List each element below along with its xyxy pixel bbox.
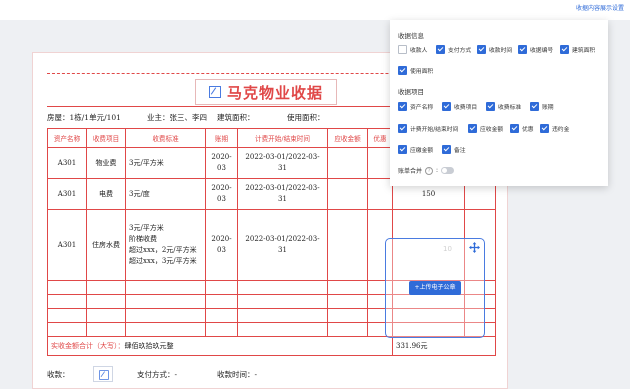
checkbox-box[interactable]: [477, 45, 486, 54]
checkbox-box[interactable]: [510, 124, 519, 133]
use-area-info: 使用面积：: [287, 113, 325, 122]
cell: [327, 209, 368, 281]
owner-info: 业主：张三、李四: [147, 113, 207, 122]
settings-panel: 收据信息 收款人 支付方式 收款时间 收据编号 建筑面积 使用面积 收据项目 资…: [390, 20, 608, 186]
stamp-ghost-text: 10: [443, 245, 452, 253]
sum-cell: 实收金额合计（大写）：肆佰玖拾玖元整: [47, 336, 393, 356]
checkbox-box[interactable]: [540, 124, 549, 133]
checkbox-period[interactable]: 账期: [530, 102, 554, 111]
merge-bills-row: 账单合并 ? :: [398, 166, 455, 175]
cell-period: 2020-03: [205, 147, 238, 179]
checkbox-box[interactable]: [398, 102, 407, 111]
checkbox-remark[interactable]: 备注: [442, 145, 466, 154]
receipt-title-box[interactable]: 马克物业收据: [195, 79, 337, 105]
cell-asset: A301: [47, 178, 87, 210]
col-header: 应收金额: [327, 128, 368, 148]
section-receipt-info: 收据信息: [398, 32, 424, 40]
cell-item: 住房水费: [86, 209, 126, 281]
checkbox-billing-time[interactable]: 计费开始/结束时间: [398, 124, 458, 133]
sum-words: 肆佰玖拾玖元整: [124, 341, 174, 350]
checkbox-box[interactable]: [442, 145, 451, 154]
edit-icon[interactable]: [99, 370, 109, 380]
cell-standard: 3元/平方米 阶梯收费 超过xxx，2元/平方米 超过xxx，3元/平方米: [125, 209, 206, 281]
checkbox-building-area[interactable]: 建筑面积: [560, 45, 595, 54]
checkbox-box[interactable]: [530, 102, 539, 111]
cell: [327, 178, 368, 210]
receipt-title: 马克物业收据: [226, 83, 323, 102]
checkbox-charge-standard[interactable]: 收费标准: [486, 102, 521, 111]
cell-item: 物业费: [86, 147, 126, 179]
checkbox-box[interactable]: [486, 102, 495, 111]
col-header: 收费标准: [125, 128, 206, 148]
checkbox-box[interactable]: [398, 45, 407, 54]
cell: [367, 147, 393, 179]
checkbox-payable[interactable]: 应缴金额: [398, 145, 433, 154]
cell-asset: A301: [47, 147, 87, 179]
merge-bills-label: 账单合并: [398, 168, 423, 175]
checkbox-box[interactable]: [398, 66, 407, 75]
checkbox-payee[interactable]: 收款人: [398, 45, 427, 54]
colon: :: [436, 167, 439, 174]
checkbox-penalty[interactable]: 违约金: [540, 124, 569, 133]
help-icon[interactable]: ?: [425, 166, 434, 175]
section-receipt-items: 收据项目: [398, 88, 424, 96]
checkbox-discount[interactable]: 优惠: [510, 124, 534, 133]
top-bar: [0, 0, 630, 20]
checkbox-charge-item[interactable]: 收费项目: [442, 102, 477, 111]
checkbox-box[interactable]: [560, 45, 569, 54]
checkbox-receipt-no[interactable]: 收据编号: [518, 45, 553, 54]
sum-row: 实收金额合计（大写）：肆佰玖拾玖元整 331.96元: [47, 336, 496, 356]
payee-signature-box[interactable]: [93, 366, 113, 382]
col-header: 收费项目: [86, 128, 126, 148]
merge-bills-toggle[interactable]: [441, 167, 455, 174]
col-header: 计费开始/结束时间: [237, 128, 328, 148]
col-header: 资产名称: [47, 128, 87, 148]
checkbox-pay-method[interactable]: 支付方式: [436, 45, 471, 54]
checkbox-use-area[interactable]: 使用面积: [398, 66, 433, 75]
move-icon[interactable]: [469, 242, 480, 253]
stamp-drop-area[interactable]: 10 +上传电子公章: [385, 238, 485, 338]
checkbox-box[interactable]: [442, 102, 451, 111]
checkbox-box[interactable]: [398, 145, 407, 154]
building-area-info: 建筑面积：: [217, 113, 255, 122]
col-header: 账期: [205, 128, 238, 148]
col-header: 优惠: [367, 128, 393, 148]
cell-time: 2022-03-01/2022-03-31: [237, 209, 328, 281]
cell-asset: A301: [47, 209, 87, 281]
cell: [367, 178, 393, 210]
payment-time: 收款时间：-: [217, 370, 258, 379]
sum-value: 331.96元: [392, 336, 496, 356]
checkbox-asset-name[interactable]: 资产名称: [398, 102, 433, 111]
edit-icon[interactable]: [208, 86, 221, 98]
cell-time: 2022-03-01/2022-03-31: [237, 147, 328, 179]
receipt-display-settings-link[interactable]: 收据内容展示设置: [576, 3, 624, 12]
checkbox-box[interactable]: [398, 124, 407, 133]
cell-time: 2022-03-01/2022-03-31: [237, 178, 328, 210]
checkbox-box[interactable]: [518, 45, 527, 54]
cell-period: 2020-03: [205, 209, 238, 281]
house-info: 房屋：1栋/1单元/101: [47, 113, 121, 122]
cell-period: 2020-03: [205, 178, 238, 210]
payee-label: 收款：: [47, 370, 70, 379]
cell-standard: 3元/度: [125, 178, 206, 210]
checkbox-box[interactable]: [468, 124, 477, 133]
checkbox-box[interactable]: [436, 45, 445, 54]
payment-method: 支付方式：-: [137, 370, 178, 379]
checkbox-pay-time[interactable]: 收款时间: [477, 45, 512, 54]
cell-standard: 3元/平方米: [125, 147, 206, 179]
checkbox-receivable[interactable]: 应收金额: [468, 124, 503, 133]
sum-label: 实收金额合计（大写）：: [51, 341, 125, 350]
cell-item: 电费: [86, 178, 126, 210]
upload-stamp-button[interactable]: +上传电子公章: [409, 281, 461, 295]
cell-amount: [327, 147, 368, 179]
